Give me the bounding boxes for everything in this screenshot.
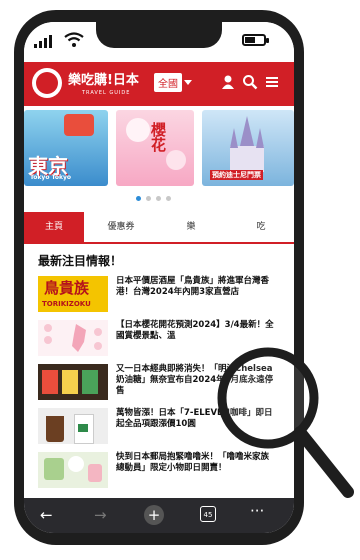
tab-eat[interactable]: 吃 [228,212,294,242]
new-tab-plus-icon[interactable]: + [144,505,164,525]
thumb-brand-sub: TORIKIZOKU [42,300,91,308]
more-options-icon[interactable]: ··· [250,502,264,520]
browser-toolbar: ← → + 45 ··· [24,498,294,533]
article-title[interactable]: 萬物皆漲！日本「7-ELEVEN咖啡」即日起全品項跟漲價10圓 [116,408,276,430]
banner-carousel[interactable]: 東京 Tokyo Tokyo 櫻花 預約迪士尼門票 [24,106,294,210]
carousel-dots[interactable] [136,196,171,201]
search-icon[interactable] [242,74,258,90]
tab-play[interactable]: 樂 [158,212,224,242]
tabs-count-icon[interactable]: 45 [200,506,216,522]
back-arrow-icon[interactable]: ← [40,506,53,524]
section-title: 最新注目情報！ [38,254,123,268]
category-tabs: 主頁 優惠券 樂 吃 [24,212,294,244]
article-thumbnail[interactable]: 鳥貴族 TORIKIZOKU [38,276,108,312]
slide-subtitle: Tokyo Tokyo [30,174,71,181]
slide-subtitle: 預約迪士尼門票 [210,170,263,180]
site-name[interactable]: 樂吃購!日本 [68,69,139,88]
article-title[interactable]: 快到日本郵局抱緊噜噜米！「噜噜米家族總動員」限定小物即日開賣！ [116,452,276,474]
carousel-dot-active[interactable] [136,196,141,201]
tab-coupons[interactable]: 優惠券 [88,212,154,242]
article-thumbnail[interactable] [38,452,108,488]
article-title[interactable]: 又一日本經典即將消失！「明治Chelsea奶油糖」無奈宣布自2024年3月底永遠… [116,364,276,397]
article-thumbnail[interactable] [38,408,108,444]
status-bar [24,22,294,62]
article-thumbnail[interactable] [38,320,108,356]
battery-icon [242,34,269,46]
chevron-down-icon[interactable] [184,80,192,85]
site-logo[interactable] [32,68,62,98]
carousel-dot[interactable] [156,196,161,201]
notch [96,22,222,48]
carousel-dot[interactable] [146,196,151,201]
wifi-icon [64,32,84,47]
carousel-slide[interactable]: 預約迪士尼門票 [202,110,294,186]
carousel-slide[interactable]: 櫻花 [116,110,194,186]
carousel-slide[interactable]: 東京 Tokyo Tokyo [24,110,108,186]
thumb-brand-text: 鳥貴族 [44,279,90,297]
menu-icon[interactable] [264,74,280,90]
article-thumbnail[interactable] [38,364,108,400]
signal-icon [34,34,52,48]
phone-screen: 樂吃購!日本 TRAVEL GUIDE 全國 東京 Tokyo Tokyo 櫻花 [24,22,294,533]
region-selector[interactable]: 全國 [154,73,182,92]
article-title[interactable]: 日本平價居酒屋「鳥貴族」將進軍台灣香港！台灣2024年內開3家直營店 [116,276,276,298]
user-icon[interactable] [220,74,236,90]
slide-title: 櫻花 [149,122,167,152]
site-header: 樂吃購!日本 TRAVEL GUIDE 全國 [24,62,294,106]
tab-home[interactable]: 主頁 [24,212,84,242]
article-title[interactable]: 【日本櫻花開花預測2024】3/4最新！全國賞櫻景點、溫 [116,320,276,342]
carousel-dot[interactable] [166,196,171,201]
forward-arrow-icon[interactable]: → [94,506,107,524]
site-subtitle: TRAVEL GUIDE [82,90,131,96]
